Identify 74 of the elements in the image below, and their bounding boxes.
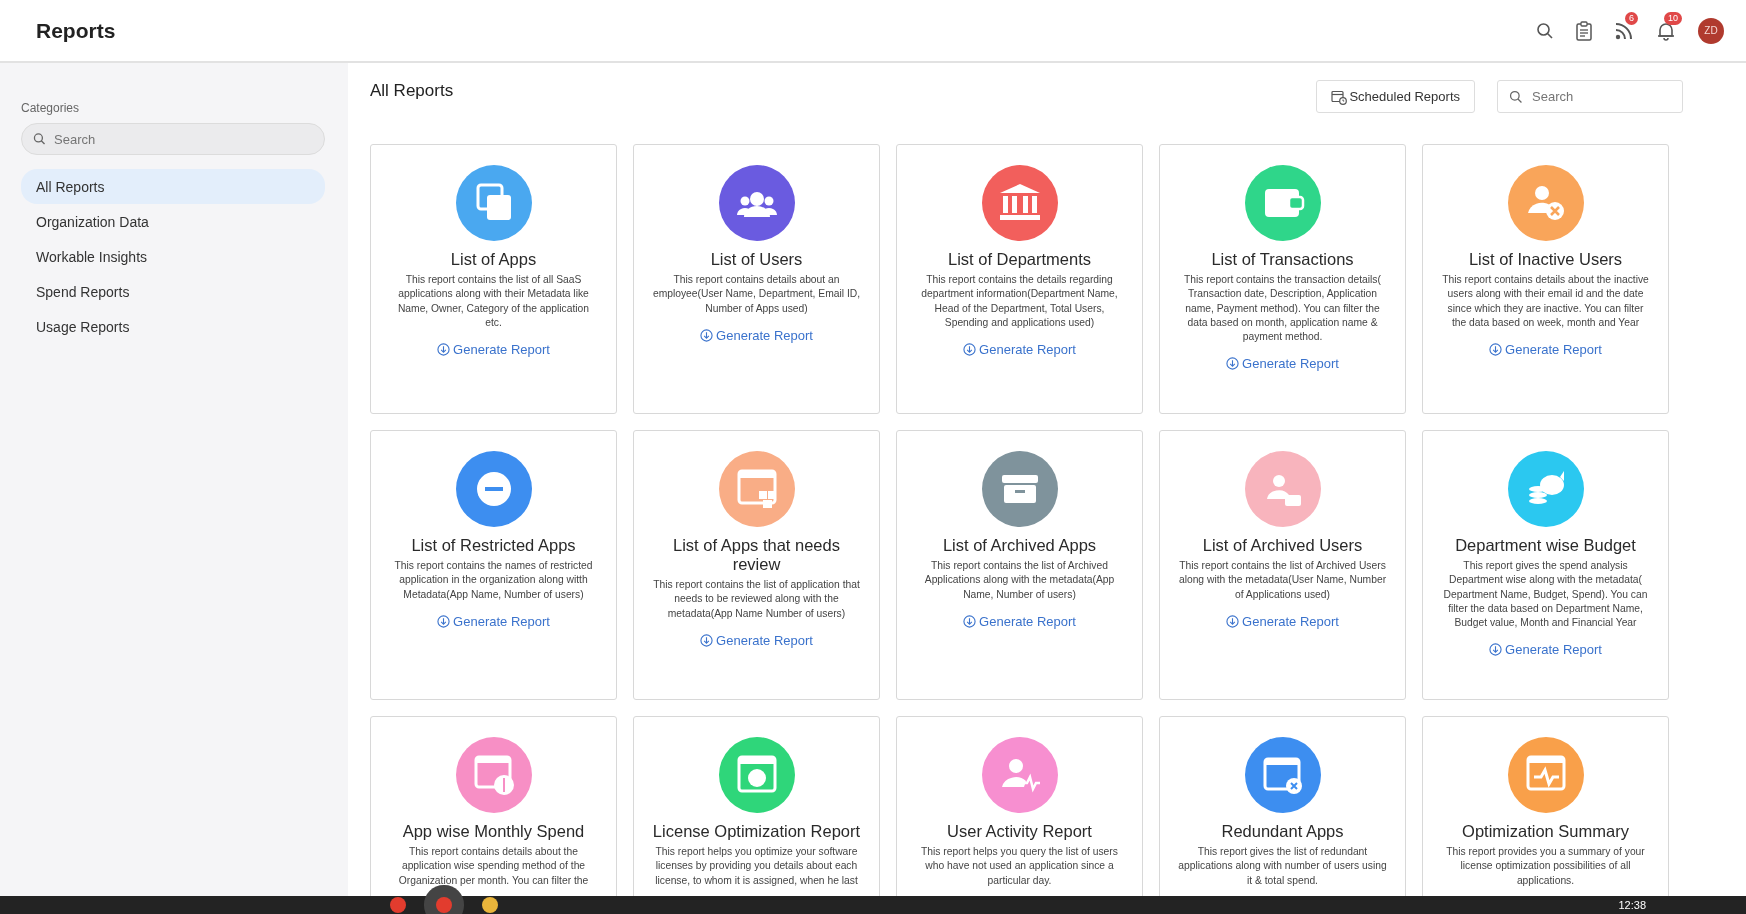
download-icon xyxy=(963,614,977,628)
card-title: List of Archived Apps xyxy=(942,536,1097,555)
card-title: List of Transactions xyxy=(1211,250,1354,269)
download-icon xyxy=(1226,614,1240,628)
feed-icon[interactable] xyxy=(1614,20,1634,41)
calendar-clock-icon xyxy=(1331,88,1348,105)
card-title: List of Restricted Apps xyxy=(411,536,576,555)
section-title: All Reports xyxy=(370,80,454,101)
card-description: This report helps you query the list of users who have not used an application since a particular day. xyxy=(920,845,1119,888)
search-icon xyxy=(1509,89,1523,104)
generate-report-link[interactable]: Generate Report xyxy=(963,613,1076,629)
card-title: List of Departments xyxy=(947,250,1092,269)
download-icon xyxy=(1489,343,1503,357)
card-title: List of Users xyxy=(710,250,803,269)
card-description: This report contains the list of application that needs to be reviewed along with the metadata(App Name Number of users) xyxy=(652,578,861,621)
download-icon xyxy=(1226,357,1240,371)
search-icon xyxy=(33,132,46,146)
card-description: This report gives the list of redundant applications along with number of users using it & total spend. xyxy=(1178,845,1387,888)
card-title: License Optimization Report xyxy=(652,822,861,841)
download-icon xyxy=(437,343,451,357)
generate-report-link[interactable]: Generate Report xyxy=(700,632,813,648)
card-description: This report contains the transaction details( Transaction date, Description, Application name, Payment method). You can filter the data based on month, application name & payment method. xyxy=(1183,273,1382,345)
app-icon[interactable] xyxy=(482,897,498,913)
card-description: This report contains details about the inactive users along with their email id and the date since which they are inactive. You can filter the data based on week, month and Year xyxy=(1441,273,1650,330)
generate-report-link[interactable]: Generate Report xyxy=(1489,642,1602,658)
page-title: Reports xyxy=(36,18,116,43)
download-icon xyxy=(437,614,451,628)
card-title: List of Inactive Users xyxy=(1468,250,1623,269)
app-icon[interactable] xyxy=(390,897,406,913)
card-description: This report provides you a summary of your license optimization possibilities of all applications. xyxy=(1445,845,1646,888)
generate-report-link[interactable]: Generate Report xyxy=(1226,613,1339,629)
card-description: This report contains the details regarding department information(Department Name, Head of the Department, Total Users, Spending and applications used) xyxy=(920,273,1119,330)
card-title: List of Apps xyxy=(450,250,537,269)
sidebar-item[interactable]: All Reports xyxy=(21,169,325,204)
search-field[interactable]: Search xyxy=(21,123,325,155)
bell-icon[interactable] xyxy=(1656,20,1676,41)
search-icon[interactable] xyxy=(1536,21,1554,40)
card-title: User Activity Report xyxy=(947,822,1092,841)
generate-report-link[interactable]: Generate Report xyxy=(1489,342,1602,358)
card-description: This report helps you optimize your software licenses by providing you details about each license, to whom it is assigned, when he last xyxy=(654,845,859,888)
user-avatar[interactable]: ZD xyxy=(1698,17,1724,44)
sidebar-item[interactable]: Spend Reports xyxy=(21,274,325,309)
sidebar-heading: Categories xyxy=(21,101,81,115)
generate-report-link[interactable]: Generate Report xyxy=(1226,356,1339,372)
card-title: List of Apps that needs review xyxy=(672,536,841,574)
notification-count: 6 xyxy=(1625,11,1638,25)
sidebar-item[interactable]: Organization Data xyxy=(21,204,325,239)
generate-report-link[interactable]: Generate Report xyxy=(437,613,550,629)
card-description: This report gives the spend analysis Department wise along with the metadata( Department Name, Budget, Spend). You can filter the data based on Department Name, Budget value, Month and Financial Year xyxy=(1442,559,1649,631)
notification-count: 10 xyxy=(1664,11,1682,25)
download-icon xyxy=(700,328,714,342)
clock-time: 12:38 xyxy=(1618,899,1646,911)
card-title: List of Archived Users xyxy=(1202,536,1363,555)
clipboard-icon[interactable] xyxy=(1576,20,1592,41)
download-icon xyxy=(700,633,714,647)
card-description: This report contains the names of restricted application in the organization along witth Metadata(App Name, Number of users) xyxy=(393,559,594,602)
sidebar-item[interactable]: Workable Insights xyxy=(21,239,325,274)
card-description: This report contains details about the application wise spending method of the Organization per month. You can filter the xyxy=(397,845,590,888)
card-title: App wise Monthly Spend xyxy=(402,822,585,841)
card-title: Redundant Apps xyxy=(1221,822,1344,841)
sidebar-item[interactable]: Usage Reports xyxy=(21,309,325,344)
card-description: This report contains the list of Archived Users along with the metadata(User Name, Number of Applications used) xyxy=(1178,559,1387,602)
card-title: Department wise Budget xyxy=(1455,536,1636,555)
download-icon xyxy=(1489,643,1503,657)
download-icon xyxy=(963,343,977,357)
card-description: This report contains the list of all SaaS applications along with their Metadata like Name, Owner, Category of the application etc. xyxy=(396,273,591,330)
generate-report-link[interactable]: Generate Report xyxy=(963,342,1076,358)
generate-report-link[interactable]: Generate Report xyxy=(437,342,550,358)
card-description: This report contains the list of Archived Applications along with the metadata(App Name, Number of users) xyxy=(923,559,1116,602)
card-title: Optimization Summary xyxy=(1462,822,1629,841)
search-field[interactable]: Search xyxy=(1497,80,1683,113)
scheduled-reports-button[interactable]: Scheduled Reports xyxy=(1316,80,1475,113)
generate-report-link[interactable]: Generate Report xyxy=(700,327,813,343)
card-description: This report contains details about an employee(User Name, Department, Email ID, Number of Apps used) xyxy=(652,273,861,316)
